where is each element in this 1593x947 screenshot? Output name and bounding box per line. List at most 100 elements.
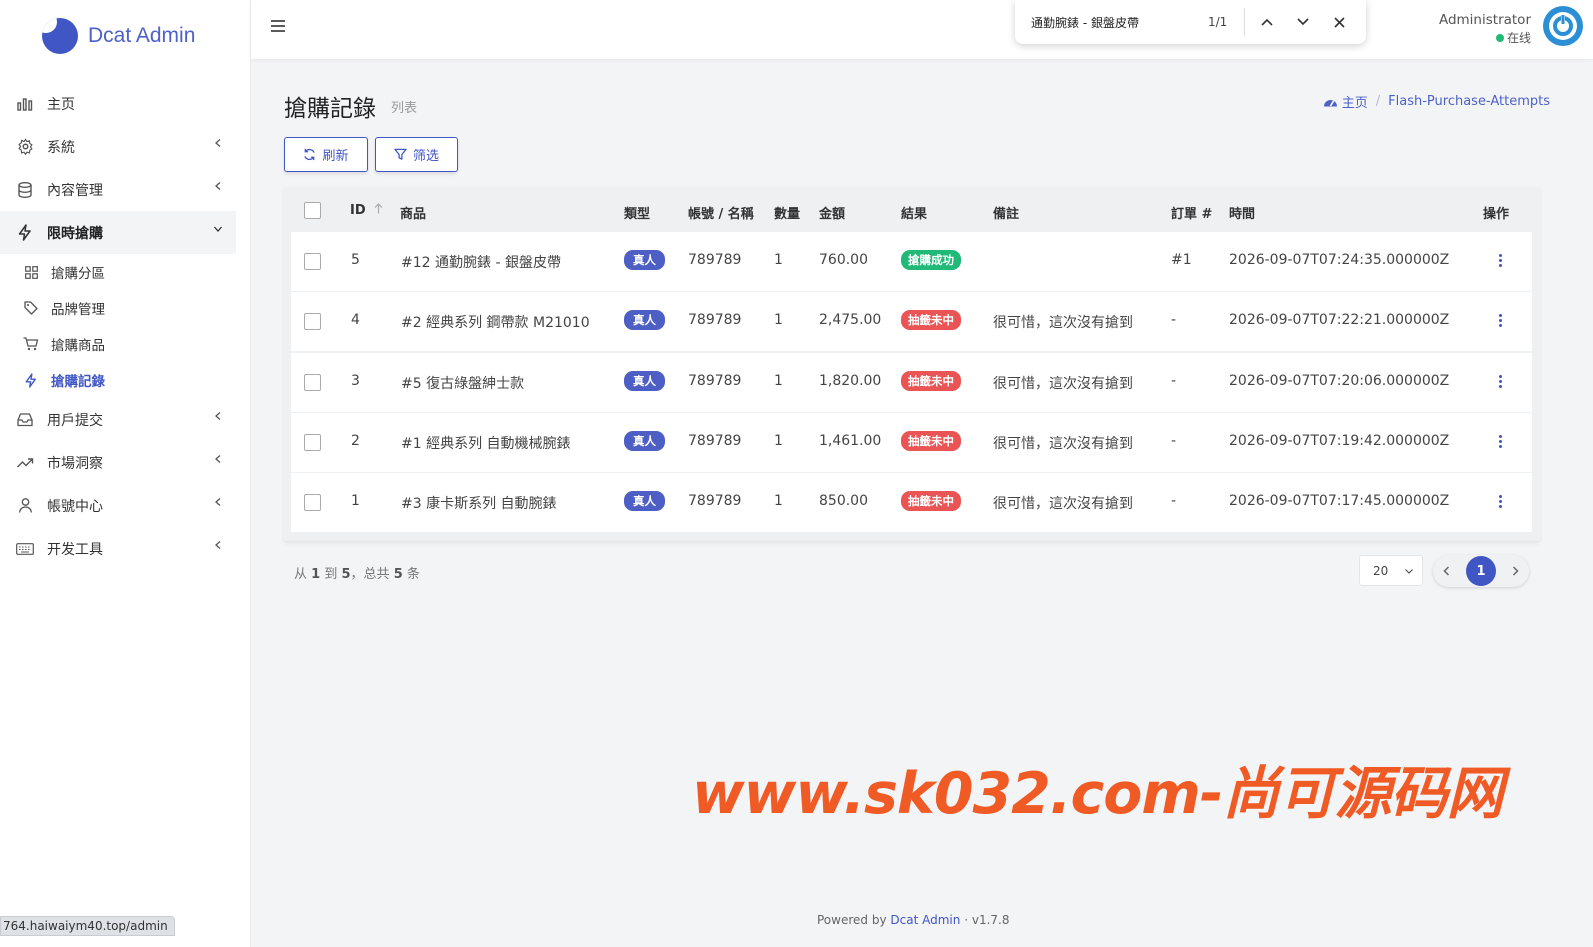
top-navbar: Administrator 在线 — [251, 0, 1593, 59]
column-amount: 金額 — [819, 207, 846, 222]
sidebar-item-home[interactable]: 主页 — [0, 82, 236, 125]
summary-from: 1 — [311, 567, 321, 582]
table-row[interactable]: 3 #5 復古綠盤紳士款 真人 789789 1 1,820.00 抽籤未中 很… — [291, 353, 1532, 412]
row-actions-icon[interactable] — [1499, 495, 1503, 510]
cell-time: 2026-09-07T07:17:45.000000Z — [1229, 493, 1450, 509]
chevron-left-icon — [215, 139, 221, 147]
data-table: ID 商品 類型 帳號 / 名稱 數量 金額 結果 備註 訂單 # 時間 操作 … — [284, 187, 1540, 541]
lightning-icon — [23, 372, 39, 388]
keyboard-icon — [16, 540, 34, 558]
row-actions-icon[interactable] — [1499, 314, 1503, 329]
sidebar-item-market[interactable]: 市場洞察 — [0, 441, 236, 484]
cell-qty: 1 — [774, 252, 783, 268]
cell-result: 搶購成功 — [901, 250, 961, 270]
sidebar-item-dev-tools[interactable]: 开发工具 — [0, 527, 236, 570]
refresh-button[interactable]: 刷新 — [284, 137, 368, 172]
tag-icon — [23, 300, 39, 316]
sidebar-subitem-label: 搶購分區 — [51, 266, 105, 282]
sidebar-item-user-submissions[interactable]: 用戶提交 — [0, 398, 236, 441]
find-separator — [1244, 8, 1245, 36]
sidebar-item-label: 帳號中心 — [47, 498, 103, 515]
table-row[interactable]: 1 #3 康卡斯系列 自動腕錶 真人 789789 1 850.00 抽籤未中 … — [291, 473, 1532, 532]
sidebar-item-flash-sale[interactable]: 限時搶購 — [0, 211, 236, 254]
app-logo[interactable]: Dcat Admin — [0, 0, 250, 72]
breadcrumb-home[interactable]: 主页 — [1342, 92, 1368, 111]
table-row[interactable]: 5 #12 通勤腕錶 - 銀盤皮帶 真人 789789 1 760.00 搶購成… — [291, 232, 1532, 291]
cell-type: 真人 — [624, 431, 665, 451]
row-actions-icon[interactable] — [1499, 435, 1503, 450]
type-badge: 真人 — [624, 310, 665, 330]
row-checkbox[interactable] — [304, 434, 321, 451]
avatar[interactable] — [1543, 6, 1583, 46]
sidebar-item-account[interactable]: 帳號中心 — [0, 484, 236, 527]
cell-product: #1 經典系列 自動機械腕錶 — [401, 436, 571, 452]
cell-result: 抽籤未中 — [901, 371, 961, 391]
sidebar-item-system[interactable]: 系統 — [0, 125, 236, 168]
cell-time: 2026-09-07T07:19:42.000000Z — [1229, 433, 1450, 449]
chevron-down-icon — [1405, 569, 1413, 574]
row-checkbox[interactable] — [304, 253, 321, 270]
row-checkbox[interactable] — [304, 374, 321, 391]
cell-product: #3 康卡斯系列 自動腕錶 — [401, 496, 557, 512]
row-actions-icon[interactable] — [1499, 375, 1503, 390]
row-checkbox[interactable] — [304, 313, 321, 330]
trend-icon — [16, 454, 34, 472]
previous-page-icon[interactable] — [1443, 566, 1450, 576]
user-menu[interactable]: Administrator 在线 — [1439, 6, 1583, 46]
sidebar-item-content[interactable]: 內容管理 — [0, 168, 236, 211]
find-input[interactable]: 通勤腕錶 - 銀盤皮帶 — [1031, 14, 1191, 31]
type-badge: 真人 — [624, 431, 665, 451]
cell-order: - — [1171, 493, 1177, 509]
cell-type: 真人 — [624, 371, 665, 391]
power-icon — [1549, 12, 1577, 40]
row-checkbox[interactable] — [304, 494, 321, 511]
table-row[interactable]: 2 #1 經典系列 自動機械腕錶 真人 789789 1 1,461.00 抽籤… — [291, 413, 1532, 472]
user-status-text: 在线 — [1506, 31, 1531, 45]
per-page-select[interactable]: 20 — [1359, 555, 1423, 586]
footer-link[interactable]: Dcat Admin — [890, 913, 960, 927]
cell-result: 抽籤未中 — [901, 491, 961, 511]
select-all-checkbox[interactable] — [304, 202, 321, 219]
footer-separator: · — [964, 913, 969, 927]
logo-icon — [42, 18, 78, 54]
column-note: 備註 — [993, 207, 1020, 222]
find-previous-button[interactable] — [1249, 4, 1285, 40]
find-next-button[interactable] — [1285, 4, 1321, 40]
bar-chart-icon — [16, 95, 34, 113]
find-close-button[interactable] — [1321, 4, 1357, 40]
cell-amount: 1,820.00 — [819, 373, 882, 389]
sidebar-subitem-products[interactable]: 搶購商品 — [0, 326, 250, 362]
current-page-button[interactable]: 1 — [1466, 556, 1496, 586]
cell-type: 真人 — [624, 491, 665, 511]
sidebar-subitem-records[interactable]: 搶購記錄 — [0, 362, 250, 398]
result-badge: 抽籤未中 — [901, 371, 961, 391]
cell-note: 很可惜，這次沒有搶到 — [993, 376, 1133, 392]
sidebar-subitem-zones[interactable]: 搶購分區 — [0, 254, 250, 290]
footer-prefix: Powered by — [817, 913, 887, 927]
type-badge: 真人 — [624, 491, 665, 511]
column-id[interactable]: ID — [350, 203, 383, 218]
menu-toggle-icon[interactable] — [270, 19, 286, 33]
user-icon — [16, 497, 34, 515]
dashboard-icon — [1323, 99, 1337, 106]
cell-time: 2026-09-07T07:20:06.000000Z — [1229, 373, 1450, 389]
footer-version: v1.7.8 — [971, 913, 1010, 927]
summary-to: 5 — [341, 567, 351, 582]
row-actions-icon[interactable] — [1499, 254, 1503, 269]
result-badge: 抽籤未中 — [901, 310, 961, 330]
breadcrumb: 主页 / Flash-Purchase-Attempts — [1323, 92, 1550, 111]
status-url: 764.haiwaiym40.top/admin — [0, 916, 175, 936]
refresh-icon — [304, 148, 316, 161]
cell-note: 很可惜，這次沒有搶到 — [993, 315, 1133, 331]
cell-result: 抽籤未中 — [901, 310, 961, 330]
grid-icon — [23, 264, 39, 280]
result-badge: 抽籤未中 — [901, 431, 961, 451]
cell-id: 3 — [351, 373, 360, 389]
next-page-icon[interactable] — [1512, 566, 1519, 576]
table-row[interactable]: 4 #2 經典系列 鋼帶款 M21010 真人 789789 1 2,475.0… — [291, 292, 1532, 351]
result-badge: 抽籤未中 — [901, 491, 961, 511]
sidebar-subitem-label: 搶購記錄 — [51, 374, 105, 390]
sidebar-subitem-label: 搶購商品 — [51, 338, 105, 354]
sidebar-subitem-brands[interactable]: 品牌管理 — [0, 290, 250, 326]
filter-button[interactable]: 筛选 — [375, 137, 458, 172]
